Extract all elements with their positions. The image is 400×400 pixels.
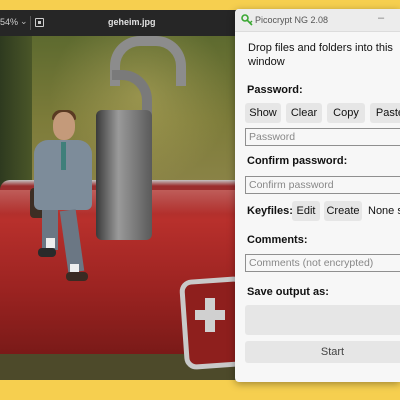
minimize-icon[interactable]: –	[378, 12, 384, 24]
save-output-label: Save output as:	[247, 286, 329, 298]
show-button[interactable]: Show	[245, 103, 281, 123]
save-output-field[interactable]	[245, 305, 400, 335]
key-icon	[241, 14, 253, 26]
knife-tool	[96, 110, 152, 240]
start-button[interactable]: Start	[245, 341, 400, 363]
paste-button[interactable]: Paste	[370, 103, 400, 123]
toolbar-divider	[30, 16, 31, 30]
keyfiles-label: Keyfiles:	[247, 205, 293, 217]
fit-to-window-icon[interactable]	[35, 18, 44, 27]
comments-input[interactable]	[245, 254, 400, 272]
keyfiles-create-button[interactable]: Create	[324, 201, 362, 221]
keyfiles-status: None selected	[368, 205, 400, 217]
title-bar[interactable]: Picocrypt NG 2.08 –	[235, 9, 400, 32]
chevron-down-icon[interactable]: ⌄	[20, 16, 28, 27]
drop-hint: Drop files and folders into this window	[248, 42, 393, 68]
copy-button[interactable]: Copy	[327, 103, 365, 123]
window-title: Picocrypt NG 2.08	[255, 15, 329, 25]
comments-label: Comments:	[247, 234, 308, 246]
password-label: Password:	[247, 84, 303, 96]
picocrypt-window: Picocrypt NG 2.08 – Drop files and folde…	[235, 9, 400, 382]
confirm-password-label: Confirm password:	[247, 155, 348, 167]
viewer-filename: geheim.jpg	[108, 17, 156, 27]
keyfiles-edit-button[interactable]: Edit	[292, 201, 320, 221]
clear-button[interactable]: Clear	[286, 103, 322, 123]
confirm-password-input[interactable]	[245, 176, 400, 194]
password-input[interactable]	[245, 128, 400, 146]
